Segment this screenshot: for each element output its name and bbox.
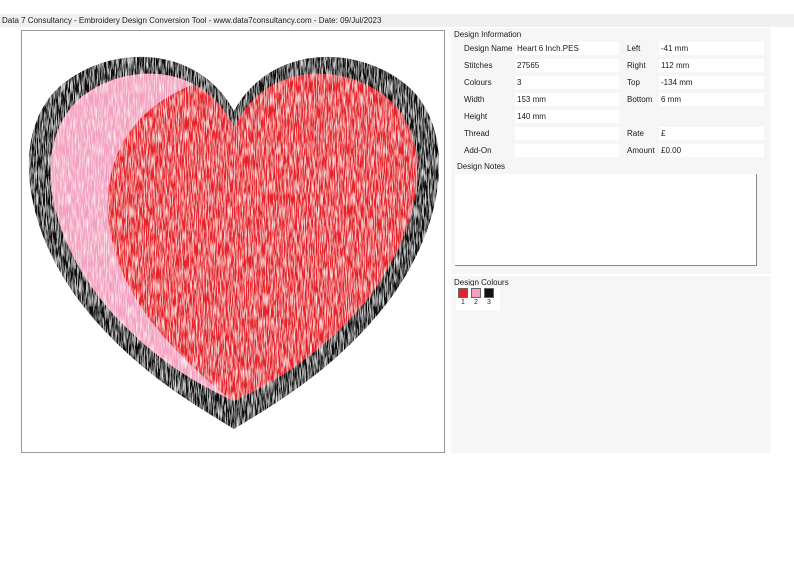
addon-label: Add-On: [464, 146, 492, 155]
colour-swatch-1: [458, 288, 468, 298]
addon-value: [515, 144, 619, 157]
design-notes-field[interactable]: [455, 174, 757, 266]
stitches-label: Stitches: [464, 61, 493, 70]
design-notes-label: Design Notes: [457, 162, 506, 171]
colour-swatch-number-1: 1: [461, 299, 465, 306]
colours-label: Colours: [464, 78, 492, 87]
window-title: Data 7 Consultancy - Embroidery Design C…: [0, 14, 794, 27]
colour-swatch-number-2: 2: [474, 299, 478, 306]
left-label: Left: [627, 44, 641, 53]
bottom-label: Bottom: [627, 95, 653, 104]
colour-swatch-number-3: 3: [487, 299, 491, 306]
colour-swatch-list: 1 2 3: [456, 286, 500, 310]
right-label: Right: [627, 61, 646, 70]
thread-value: [515, 127, 619, 140]
top-label: Top: [627, 78, 640, 87]
colours-value: 3: [515, 76, 619, 89]
heart-design-image: [28, 56, 440, 430]
height-label: Height: [464, 112, 488, 121]
amount-label: Amount: [627, 146, 655, 155]
colour-swatch-3: [484, 288, 494, 298]
top-value: -134 mm: [659, 76, 764, 89]
right-value: 112 mm: [659, 59, 764, 72]
rate-value: £: [659, 127, 764, 140]
thread-label: Thread: [464, 129, 490, 138]
height-value: 140 mm: [515, 110, 619, 123]
design-colours-panel: Design Colours 1 2 3: [451, 276, 771, 453]
bottom-value: 6 mm: [659, 93, 764, 106]
amount-value: £0.00: [659, 144, 764, 157]
design-name-label: Design Name: [464, 44, 513, 53]
design-information-panel: Design Information Design Name Heart 6 I…: [451, 28, 771, 274]
design-name-value: Heart 6 Inch.PES: [515, 42, 619, 55]
design-information-title: Design Information: [454, 30, 522, 39]
width-label: Width: [464, 95, 485, 104]
left-value: -41 mm: [659, 42, 764, 55]
stitches-value: 27565: [515, 59, 619, 72]
width-value: 153 mm: [515, 93, 619, 106]
colour-swatch-2: [471, 288, 481, 298]
design-preview: [21, 30, 445, 453]
rate-label: Rate: [627, 129, 644, 138]
